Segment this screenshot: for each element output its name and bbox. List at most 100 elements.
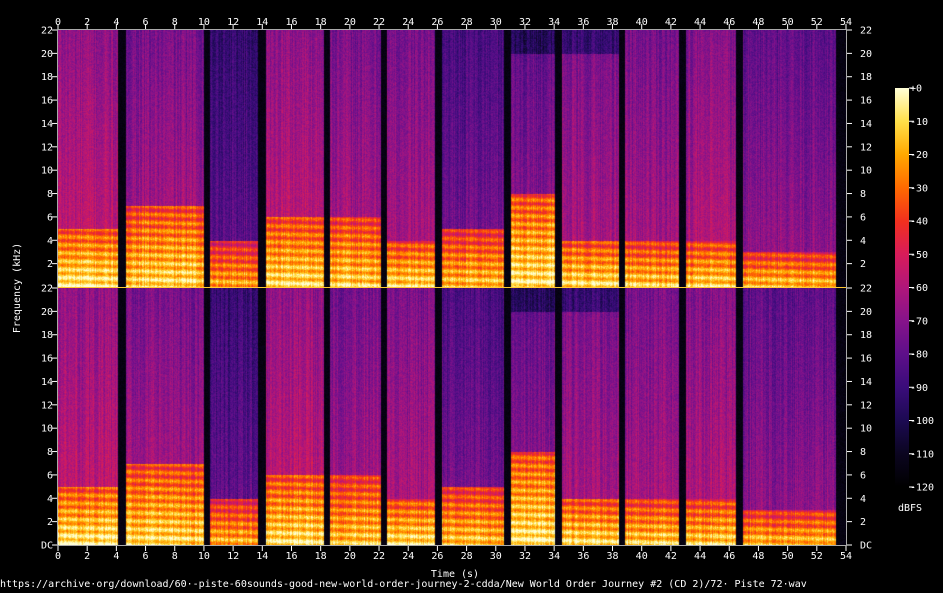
y-tick-label-r: 20	[860, 307, 872, 318]
y-tick-label-r: 12	[860, 400, 872, 411]
colorbar: +0 -10 -20 -30 -40 -50 -60 -70 -80 -90 -100 -110 -12…	[895, 84, 934, 514]
colorbar-tick-label: -10	[910, 117, 928, 128]
y-tick-label-l: 12	[41, 142, 53, 153]
x-tick-label-top: 20	[344, 17, 356, 28]
colorbar-ticks: +0 -10 -20 -30 -40 -50 -60 -70 -80 -90 -100 -110 -12…	[909, 84, 934, 494]
y-tick-label-r: 18	[860, 330, 872, 341]
y-tick-label-l: 2	[47, 517, 53, 528]
x-tick-label-top: 28	[461, 17, 473, 28]
y-tick-label-l: 4	[47, 236, 53, 247]
x-tick-label-bottom: 14	[256, 551, 268, 562]
y-tick-label-l: 10	[41, 166, 53, 177]
y-tick-label-r: 6	[860, 470, 866, 481]
colorbar-gradient	[895, 88, 909, 487]
x-tick-label-bottom: 2	[84, 551, 90, 562]
y-tick-label-l: 16	[41, 354, 53, 365]
bottom-channel-spectrogram	[58, 288, 846, 545]
y-tick-label-l: 18	[41, 72, 53, 83]
y-tick-label-l: 18	[41, 330, 53, 341]
x-tick-label-bottom: 46	[723, 551, 735, 562]
y-tick-label-l: 10	[41, 424, 53, 435]
y-tick-label-l: 6	[47, 212, 53, 223]
x-tick-label-bottom: 8	[172, 551, 178, 562]
y-tick-label-r: 14	[860, 377, 872, 388]
x-tick-label-top: 4	[113, 17, 119, 28]
y-tick-label-r: 4	[860, 494, 866, 505]
x-tick-label-bottom: 26	[431, 551, 443, 562]
y-tick-label-r: 16	[860, 354, 872, 365]
y-tick-label-r: DC	[860, 541, 872, 552]
y-tick-label-r: 10	[860, 424, 872, 435]
x-tick-label-top: 46	[723, 17, 735, 28]
y-tick-label-l: 8	[47, 447, 53, 458]
y-tick-label-r: 4	[860, 236, 866, 247]
x-tick-label-bottom: 38	[606, 551, 618, 562]
y-tick-label-l: 6	[47, 470, 53, 481]
x-tick-label-bottom: 16	[285, 551, 297, 562]
x-tick-label-top: 22	[373, 17, 385, 28]
y-tick-label-l: 8	[47, 189, 53, 200]
colorbar-tick-label: -50	[910, 250, 928, 261]
y-tick-label-r: 18	[860, 72, 872, 83]
x-tick-label-top: 34	[548, 17, 560, 28]
colorbar-tick-label: -120	[910, 483, 934, 494]
colorbar-tick-label: -40	[910, 217, 928, 228]
spectrogram-figure: 0022446688101012121414161618182020222224…	[12, 17, 934, 580]
x-tick-label-bottom: 50	[782, 551, 794, 562]
x-tick-label-bottom: 6	[143, 551, 149, 562]
colorbar-tick-label: -30	[910, 183, 928, 194]
x-tick-label-bottom: 54	[840, 551, 852, 562]
y-tick-label-l: 14	[41, 119, 53, 130]
y-tick-label-r: 10	[860, 166, 872, 177]
x-tick-label-top: 32	[519, 17, 531, 28]
x-tick-label-bottom: 20	[344, 551, 356, 562]
x-tick-label-top: 14	[256, 17, 268, 28]
x-tick-label-bottom: 28	[461, 551, 473, 562]
y-axis-label: Frequency (kHz)	[12, 243, 23, 333]
x-tick-label-top: 12	[227, 17, 239, 28]
x-tick-label-bottom: 40	[636, 551, 648, 562]
top-channel-spectrogram	[58, 30, 846, 287]
y-tick-label-l: 16	[41, 96, 53, 107]
y-tick-label-l: 14	[41, 377, 53, 388]
colorbar-tick-label: -20	[910, 150, 928, 161]
y-tick-label-r: 8	[860, 447, 866, 458]
y-tick-label-r: 2	[860, 259, 866, 270]
x-tick-label-bottom: 44	[694, 551, 706, 562]
y-tick-label-r: 6	[860, 212, 866, 223]
colorbar-tick-label: +0	[910, 84, 922, 95]
y-tick-label-l: 4	[47, 494, 53, 505]
x-tick-label-top: 24	[402, 17, 414, 28]
y-tick-label-r: 22	[860, 26, 872, 37]
x-tick-label-top: 30	[490, 17, 502, 28]
y-tick-label-r: 14	[860, 119, 872, 130]
y-tick-label-r: 16	[860, 96, 872, 107]
x-tick-label-bottom: 36	[577, 551, 589, 562]
x-tick-label-bottom: 24	[402, 551, 414, 562]
y-tick-label-r: 2	[860, 517, 866, 528]
colorbar-tick-label: -70	[910, 316, 928, 327]
y-tick-label-l: 20	[41, 307, 53, 318]
y-tick-label-l: 20	[41, 49, 53, 60]
x-tick-label-top: 6	[143, 17, 149, 28]
x-tick-label-top: 54	[840, 17, 852, 28]
source-url: https://archive·org/download/60·-piste-6…	[0, 579, 807, 590]
x-tick-label-top: 50	[782, 17, 794, 28]
x-tick-label-bottom: 42	[665, 551, 677, 562]
colorbar-tick-label: -100	[910, 416, 934, 427]
x-tick-label-top: 52	[811, 17, 823, 28]
y-tick-label-r: 8	[860, 189, 866, 200]
x-tick-label-bottom: 52	[811, 551, 823, 562]
y-tick-label-l: 2	[47, 259, 53, 270]
colorbar-tick-label: -90	[910, 383, 928, 394]
x-tick-label-top: 2	[84, 17, 90, 28]
x-tick-label-top: 26	[431, 17, 443, 28]
x-tick-label-bottom: 12	[227, 551, 239, 562]
x-tick-label-bottom: 10	[198, 551, 210, 562]
y-tick-label-r: 12	[860, 142, 872, 153]
colorbar-tick-label: -80	[910, 350, 928, 361]
y-tick-label-l: 22	[41, 26, 53, 37]
x-tick-label-bottom: 30	[490, 551, 502, 562]
x-tick-label-top: 48	[752, 17, 764, 28]
x-tick-label-top: 0	[55, 17, 61, 28]
